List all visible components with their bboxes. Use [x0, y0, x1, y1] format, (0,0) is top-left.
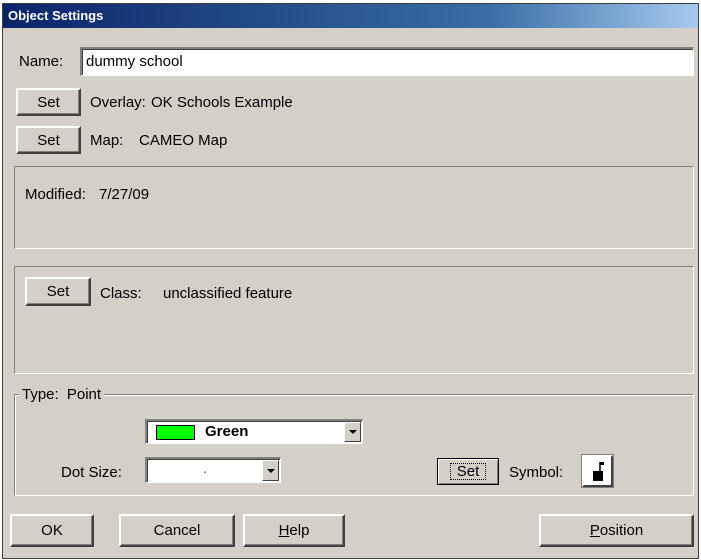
- color-swatch: [156, 425, 195, 440]
- modified-panel: Modified: 7/27/09: [13, 165, 695, 250]
- symbol-preview[interactable]: [581, 454, 614, 488]
- dot-size-dropdown-button[interactable]: [262, 460, 279, 481]
- modified-label: Modified:: [25, 186, 86, 203]
- color-dropdown-button[interactable]: [344, 422, 361, 442]
- school-symbol-icon: [593, 462, 604, 481]
- class-value: unclassified feature: [163, 285, 293, 302]
- title-bar: Object Settings: [3, 4, 698, 28]
- ok-button[interactable]: OK: [10, 514, 94, 547]
- map-label: Map:: [90, 132, 124, 149]
- dot-size-select[interactable]: .: [145, 457, 281, 483]
- color-select[interactable]: Green: [145, 419, 363, 444]
- window-title: Object Settings: [8, 8, 104, 23]
- name-field[interactable]: [80, 47, 694, 76]
- name-input[interactable]: [82, 49, 693, 74]
- dot-size-value: .: [203, 460, 208, 477]
- object-settings-dialog: Object Settings Name: Set Overlay: OK Sc…: [2, 3, 699, 559]
- chevron-down-icon: [266, 468, 275, 473]
- set-symbol-label: Set: [449, 463, 487, 480]
- set-symbol-button[interactable]: Set: [437, 458, 499, 485]
- map-value: CAMEO Map: [139, 132, 228, 149]
- type-value: Point: [66, 386, 102, 403]
- position-mnemonic: P: [589, 522, 600, 539]
- modified-value: 7/27/09: [99, 186, 150, 203]
- overlay-label: Overlay:: [90, 94, 146, 111]
- chevron-down-icon: [348, 430, 357, 434]
- name-label: Name:: [19, 53, 64, 70]
- help-label: elp: [289, 522, 310, 539]
- type-label: Type:: [22, 386, 59, 403]
- overlay-value: OK Schools Example: [151, 94, 293, 111]
- class-label: Class:: [100, 285, 142, 302]
- position-button[interactable]: Position: [539, 514, 694, 547]
- color-value: Green: [205, 423, 249, 440]
- position-label: osition: [599, 522, 644, 539]
- dot-size-label: Dot Size:: [61, 464, 122, 481]
- help-button[interactable]: Help: [243, 514, 345, 547]
- symbol-label: Symbol:: [509, 464, 564, 481]
- set-map-button[interactable]: Set: [16, 126, 81, 154]
- cancel-button[interactable]: Cancel: [119, 514, 235, 547]
- set-class-button[interactable]: Set: [25, 277, 91, 306]
- type-legend: Type: Point: [19, 386, 105, 403]
- set-overlay-button[interactable]: Set: [16, 88, 81, 116]
- help-mnemonic: H: [278, 522, 290, 539]
- class-panel: Set Class: unclassified feature: [13, 265, 695, 375]
